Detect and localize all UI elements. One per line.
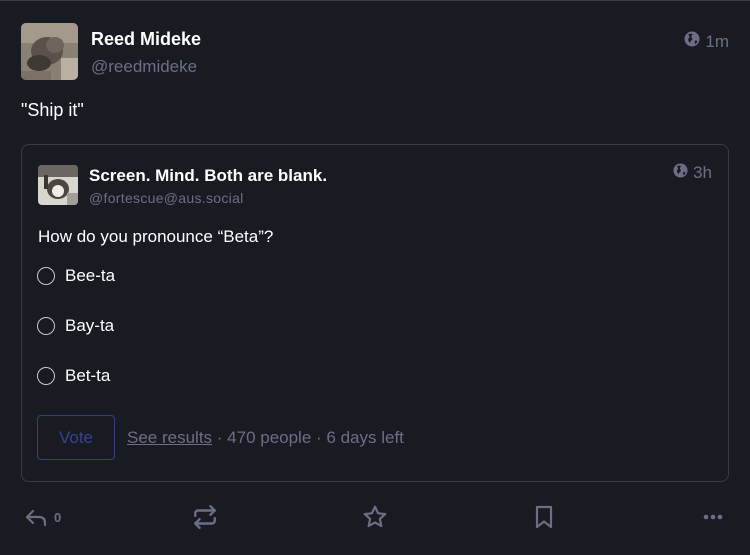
reply-button[interactable]: 0: [24, 501, 61, 533]
quoted-time: 3h: [693, 163, 712, 182]
poll-time-left: 6 days left: [326, 427, 404, 447]
bookmark-button[interactable]: [532, 501, 556, 533]
status-content: "Ship it": [21, 100, 84, 120]
poll-option[interactable]: Bet-ta: [37, 366, 110, 386]
favourite-icon: [362, 504, 388, 530]
poll-option[interactable]: Bay-ta: [37, 316, 114, 336]
quoted-author-avatar[interactable]: [38, 165, 78, 205]
poll-option[interactable]: Bee-ta: [37, 266, 115, 286]
see-results-link[interactable]: See results: [127, 428, 212, 447]
radio-button[interactable]: [37, 367, 55, 385]
author-acct[interactable]: @reedmideke: [91, 57, 197, 77]
bookmark-icon: [532, 504, 556, 530]
poll-question: How do you pronounce “Beta”?: [38, 227, 274, 246]
vote-button[interactable]: Vote: [37, 415, 115, 460]
globe-icon: [673, 163, 688, 183]
quoted-author-acct[interactable]: @fortescue@aus.social: [89, 190, 244, 206]
boost-button[interactable]: [192, 501, 218, 533]
poll-option-label: Bee-ta: [65, 266, 116, 285]
radio-button[interactable]: [37, 317, 55, 335]
separator: ·: [311, 427, 327, 447]
reply-icon: [24, 505, 48, 529]
quoted-post[interactable]: Screen. Mind. Both are blank. @fortescue…: [21, 144, 729, 482]
action-bar: 0: [0, 501, 750, 533]
reply-count: 0: [54, 509, 62, 525]
author-avatar[interactable]: [21, 23, 78, 80]
status-card: Reed Mideke @reedmideke 1m "Ship it" Scr…: [0, 0, 750, 555]
poll-info: See results · 470 people · 6 days left: [127, 428, 404, 448]
status-time: 1m: [705, 31, 729, 51]
radio-button[interactable]: [37, 267, 55, 285]
status-meta[interactable]: 1m: [684, 31, 729, 52]
boost-icon: [192, 504, 218, 530]
poll-option-label: Bet-ta: [65, 366, 111, 385]
globe-icon: [684, 31, 700, 52]
author-display-name[interactable]: Reed Mideke: [91, 29, 201, 50]
quoted-author-display-name[interactable]: Screen. Mind. Both are blank.: [89, 166, 327, 186]
poll-footer: Vote See results · 470 people · 6 days l…: [37, 415, 404, 460]
poll-option-label: Bay-ta: [65, 316, 115, 335]
separator: ·: [212, 427, 228, 447]
quoted-meta[interactable]: 3h: [673, 163, 712, 183]
poll-voter-count: 470 people: [227, 427, 312, 447]
more-icon: [702, 506, 724, 528]
more-button[interactable]: [702, 501, 724, 533]
favourite-button[interactable]: [362, 501, 388, 533]
